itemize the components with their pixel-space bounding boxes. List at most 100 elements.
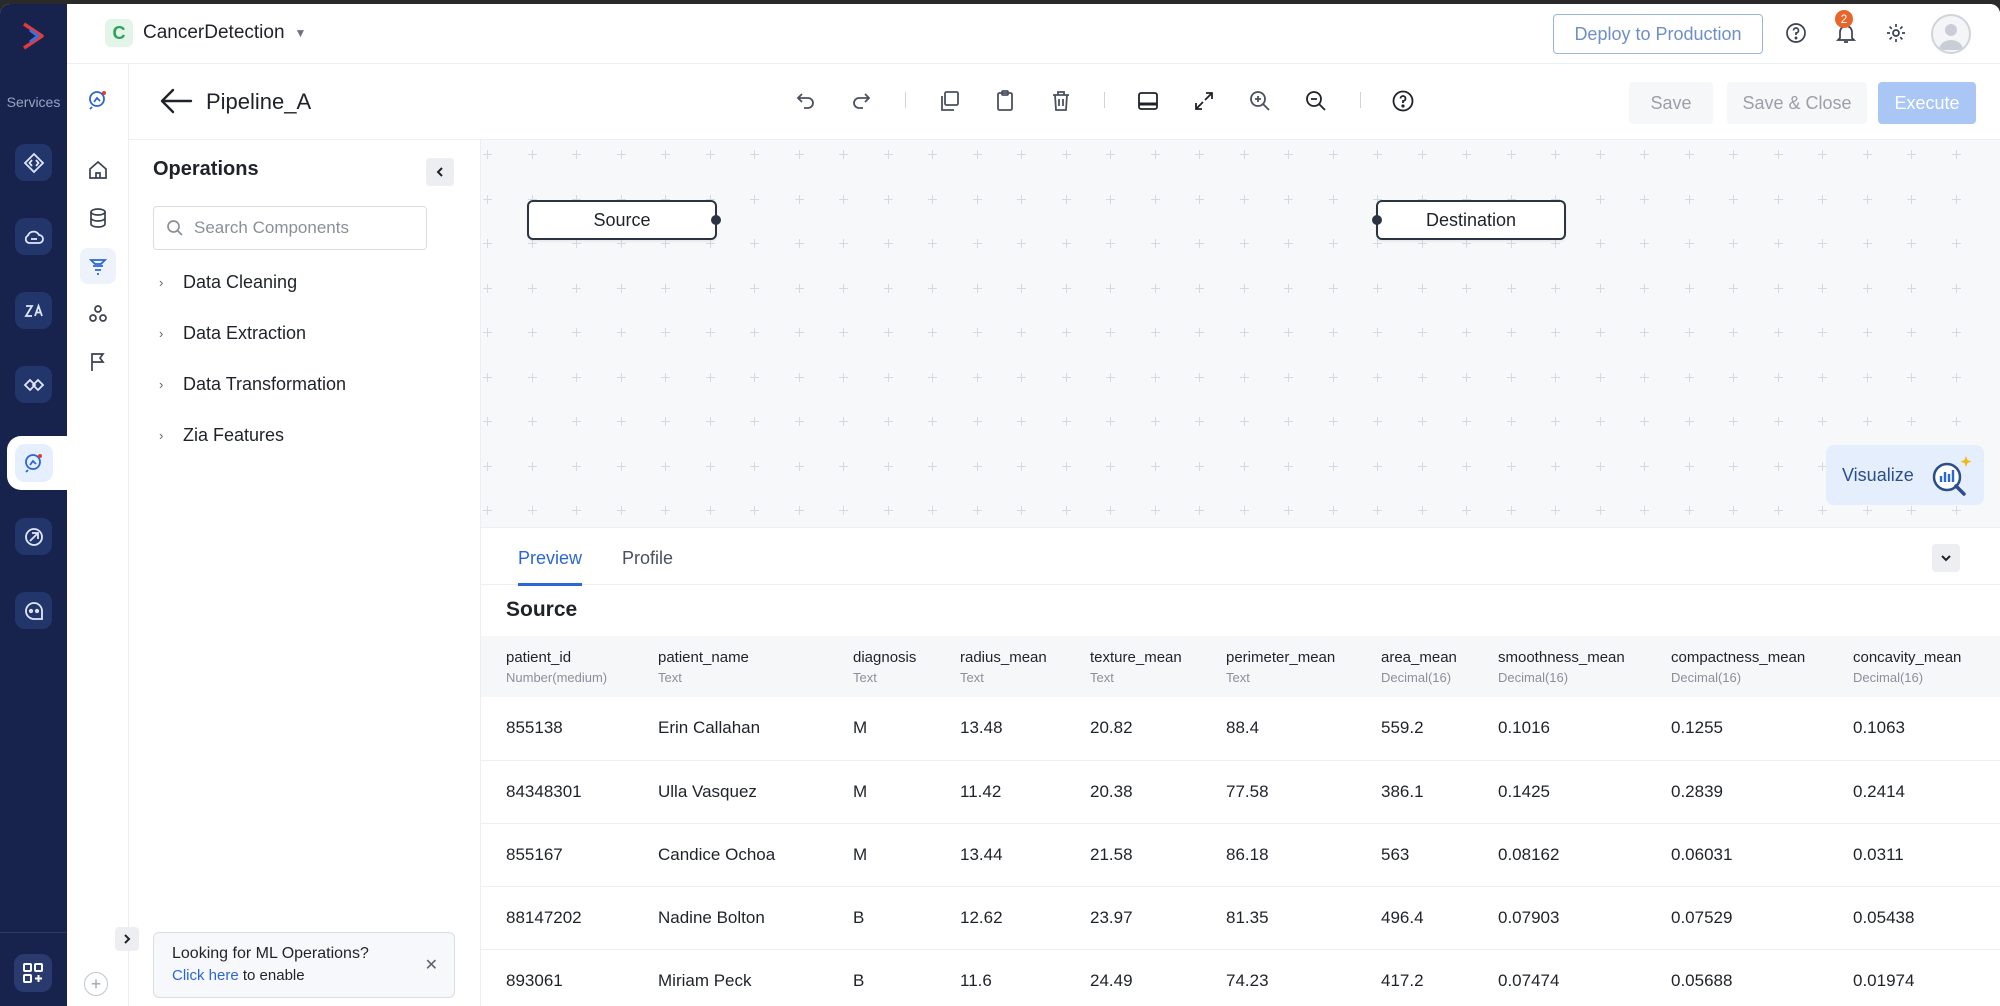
help-icon[interactable]: [1783, 20, 1809, 46]
settings-gear-icon[interactable]: [1883, 20, 1909, 46]
link-service-icon[interactable]: [15, 518, 52, 555]
services-label: Services: [6, 94, 61, 110]
pipeline-help-icon[interactable]: [1388, 86, 1418, 116]
paste-icon[interactable]: [990, 86, 1020, 116]
chat-service-icon[interactable]: [15, 592, 52, 629]
close-icon[interactable]: ✕: [425, 955, 438, 975]
zia-service-icon[interactable]: [15, 292, 52, 329]
table-cell: 0.07529: [1646, 886, 1828, 950]
integration-service-icon[interactable]: [15, 366, 52, 403]
fullscreen-expand-icon[interactable]: [1189, 86, 1219, 116]
category-zia-features[interactable]: › Zia Features: [159, 425, 284, 446]
cloud-service-icon[interactable]: [15, 218, 52, 255]
zoom-out-icon[interactable]: [1301, 86, 1331, 116]
table-cell: 0.01974: [1828, 949, 2000, 1006]
table-cell: 0.1255: [1646, 697, 1828, 761]
add-icon[interactable]: +: [84, 972, 108, 996]
flag-icon[interactable]: [80, 344, 116, 380]
category-data-transformation[interactable]: › Data Transformation: [159, 374, 346, 395]
table-cell: M: [828, 760, 935, 824]
rail-divider: [0, 932, 67, 933]
column-header[interactable]: patient_name Text: [633, 636, 828, 697]
destination-node[interactable]: Destination: [1372, 200, 1566, 240]
zoom-in-icon[interactable]: [1245, 86, 1275, 116]
chevron-right-icon: [124, 934, 131, 944]
table-cell: 23.97: [1065, 886, 1201, 950]
table-cell: B: [828, 949, 935, 1006]
tab-profile[interactable]: Profile: [622, 548, 673, 583]
table-row[interactable]: 855138 Erin Callahan M 13.48 20.82 88.4 559.2 0…: [481, 697, 2000, 761]
column-header[interactable]: area_mean Decimal(16): [1356, 636, 1473, 697]
source-node[interactable]: Source: [527, 200, 721, 240]
table-cell: 0.05438: [1828, 886, 2000, 950]
table-cell: 11.42: [935, 760, 1065, 824]
project-switcher[interactable]: C CancerDetection ▼: [105, 19, 306, 47]
models-icon[interactable]: [80, 296, 116, 332]
search-components-field[interactable]: [153, 206, 427, 250]
module-nav: [67, 64, 129, 1006]
quickml-logo-icon[interactable]: [80, 82, 116, 118]
user-avatar[interactable]: [1931, 14, 1971, 54]
pipeline-title: Pipeline_A: [206, 89, 312, 114]
collapse-panel-button[interactable]: [426, 158, 454, 186]
pipeline-canvas[interactable]: Source Destination Visualize: [481, 140, 2000, 527]
table-cell: Ulla Vasquez: [633, 760, 828, 824]
tab-preview[interactable]: Preview: [518, 548, 583, 586]
enable-ml-link[interactable]: Click here: [172, 967, 239, 984]
column-header[interactable]: diagnosis Text: [828, 636, 935, 697]
column-header[interactable]: texture_mean Text: [1065, 636, 1201, 697]
app-window: Services C CancerDetection ▼ Deploy to P…: [0, 4, 2000, 1006]
undo-icon[interactable]: [791, 86, 821, 116]
column-header[interactable]: perimeter_mean Text: [1201, 636, 1356, 697]
execute-button[interactable]: Execute: [1878, 82, 1976, 124]
toolbar-divider: [905, 92, 906, 108]
collapse-preview-button[interactable]: [1932, 544, 1960, 572]
preview-table: patient_id Number(medium) patient_name Tex…: [481, 636, 2000, 1006]
datastore-icon[interactable]: [80, 200, 116, 236]
category-data-extraction[interactable]: › Data Extraction: [159, 323, 306, 344]
table-cell: 86.18: [1201, 823, 1356, 887]
column-header[interactable]: concavity_mean Decimal(16): [1828, 636, 2000, 697]
table-cell: 0.0311: [1828, 823, 2000, 887]
apps-grid-icon[interactable]: [14, 954, 52, 992]
table-row[interactable]: 84348301 Ulla Vasquez M 11.42 20.38 77.58 386.…: [481, 760, 2000, 824]
save-and-close-button[interactable]: Save & Close: [1727, 82, 1867, 124]
table-cell: 0.06031: [1646, 823, 1828, 887]
pipelines-icon[interactable]: [80, 248, 116, 284]
table-row[interactable]: 88147202 Nadine Bolton B 12.62 23.97 81.35 496…: [481, 886, 2000, 950]
column-header[interactable]: patient_id Number(medium): [481, 636, 633, 697]
table-cell: Nadine Bolton: [633, 886, 828, 950]
table-row[interactable]: 893061 Miriam Peck B 11.6 24.49 74.23 417.2 0.0…: [481, 949, 2000, 1006]
table-cell: 855167: [481, 823, 633, 887]
catalyst-logo-icon[interactable]: [16, 18, 52, 54]
back-arrow-icon[interactable]: [159, 86, 193, 116]
column-header[interactable]: radius_mean Text: [935, 636, 1065, 697]
redo-icon[interactable]: [846, 86, 876, 116]
table-cell: 893061: [481, 949, 633, 1006]
copy-icon[interactable]: [934, 86, 964, 116]
destination-node-label: Destination: [1425, 209, 1517, 230]
project-initial-badge: C: [105, 19, 133, 47]
visualize-button[interactable]: Visualize: [1826, 445, 1984, 505]
table-cell: 24.49: [1065, 949, 1201, 1006]
deploy-to-production-button[interactable]: Deploy to Production: [1553, 14, 1763, 54]
save-button[interactable]: Save: [1629, 82, 1713, 124]
table-cell: 88147202: [481, 886, 633, 950]
delete-trash-icon[interactable]: [1046, 86, 1076, 116]
output-port[interactable]: [711, 215, 721, 225]
home-icon[interactable]: [80, 152, 116, 188]
table-row[interactable]: 855167 Candice Ochoa M 13.44 21.58 86.18 563 0.…: [481, 823, 2000, 887]
search-input[interactable]: [194, 218, 414, 238]
column-header[interactable]: smoothness_mean Decimal(16): [1473, 636, 1646, 697]
category-data-cleaning[interactable]: › Data Cleaning: [159, 272, 297, 293]
code-service-icon[interactable]: [15, 144, 52, 181]
table-cell: 13.44: [935, 823, 1065, 887]
input-port[interactable]: [1372, 215, 1382, 225]
table-cell: Miriam Peck: [633, 949, 828, 1006]
column-header[interactable]: compactness_mean Decimal(16): [1646, 636, 1828, 697]
panel-toggle-icon[interactable]: [1133, 86, 1163, 116]
category-label: Zia Features: [183, 425, 285, 445]
visualize-magnifier-icon: [1932, 456, 1972, 496]
expand-nav-button[interactable]: [115, 927, 139, 951]
quickml-service-active[interactable]: [7, 436, 69, 490]
